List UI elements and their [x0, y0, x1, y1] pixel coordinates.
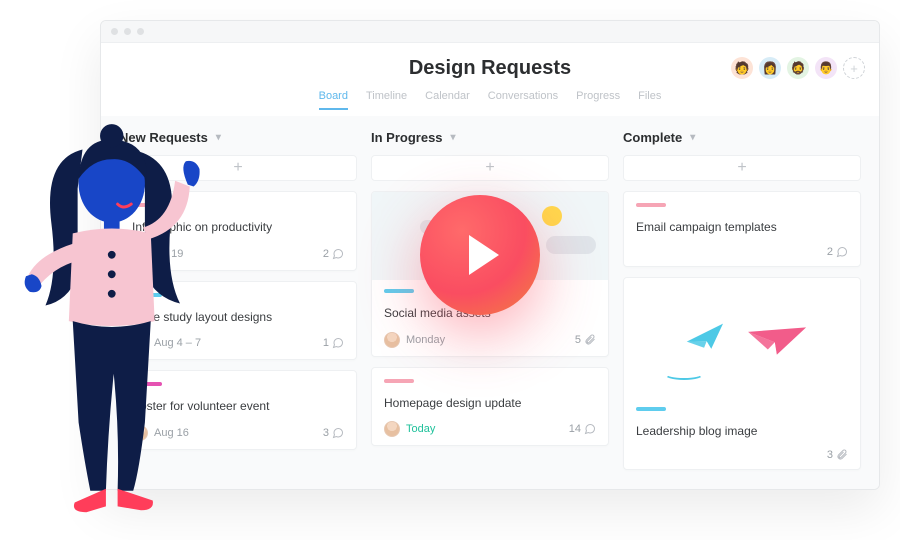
assignee-avatar[interactable] — [384, 421, 400, 437]
card-footer: 3 — [636, 449, 848, 461]
window-titlebar — [101, 21, 879, 43]
person-illustration — [24, 130, 219, 520]
board-column: Complete ▾ + Email campaign templates 2 Leade… — [623, 130, 861, 480]
add-member-button[interactable]: + — [843, 57, 865, 79]
card-date: Today — [406, 423, 435, 435]
traffic-light-dot — [137, 28, 144, 35]
column-title: In Progress — [371, 130, 443, 145]
card-meta[interactable]: 3 — [827, 449, 848, 461]
add-card-button[interactable]: + — [623, 155, 861, 181]
card-tag — [636, 203, 666, 207]
card-cover-image — [624, 278, 860, 398]
card-meta[interactable]: 5 — [575, 334, 596, 346]
board-header: Design Requests BoardTimelineCalendarCon… — [101, 43, 879, 116]
traffic-light-dot — [111, 28, 118, 35]
card-meta[interactable]: 2 — [323, 248, 344, 260]
column-header[interactable]: In Progress ▾ — [371, 130, 609, 145]
card-date: Monday — [406, 334, 445, 346]
card-title: Email campaign templates — [636, 220, 848, 236]
card-meta[interactable]: 3 — [323, 427, 344, 439]
avatar[interactable]: 👨 — [815, 57, 837, 79]
card-meta[interactable]: 2 — [827, 246, 848, 258]
card-meta[interactable]: 14 — [569, 423, 596, 435]
tab-conversations[interactable]: Conversations — [488, 90, 558, 110]
chevron-down-icon: ▾ — [451, 132, 456, 143]
play-video-button[interactable] — [420, 195, 540, 315]
tab-files[interactable]: Files — [638, 90, 661, 110]
card-footer: Monday 5 — [384, 332, 596, 348]
tab-calendar[interactable]: Calendar — [425, 90, 470, 110]
task-card[interactable]: Email campaign templates 2 — [623, 191, 861, 267]
column-title: Complete — [623, 130, 682, 145]
card-meta[interactable]: 1 — [323, 337, 344, 349]
avatar[interactable]: 👩 — [759, 57, 781, 79]
tab-timeline[interactable]: Timeline — [366, 90, 407, 110]
add-card-button[interactable]: + — [371, 155, 609, 181]
tab-board[interactable]: Board — [319, 90, 348, 110]
task-card[interactable]: Leadership blog image 3 — [623, 277, 861, 471]
traffic-light-dot — [124, 28, 131, 35]
member-avatars: 🧑 👩 🧔 👨 + — [731, 57, 865, 79]
assignee-avatar[interactable] — [384, 332, 400, 348]
chevron-down-icon: ▾ — [690, 132, 695, 143]
play-icon — [469, 235, 499, 275]
card-tag — [636, 407, 666, 411]
card-tag — [384, 289, 414, 293]
card-tag — [384, 379, 414, 383]
card-title: Homepage design update — [384, 396, 596, 412]
card-footer: 2 — [636, 246, 848, 258]
column-header[interactable]: Complete ▾ — [623, 130, 861, 145]
avatar[interactable]: 🧔 — [787, 57, 809, 79]
avatar[interactable]: 🧑 — [731, 57, 753, 79]
tab-progress[interactable]: Progress — [576, 90, 620, 110]
task-card[interactable]: Homepage design update Today 14 — [371, 367, 609, 447]
card-footer: Today 14 — [384, 421, 596, 437]
card-title: Leadership blog image — [636, 424, 848, 440]
view-tabs: Board Timeline Calendar Conversations Progre… — [101, 90, 879, 110]
